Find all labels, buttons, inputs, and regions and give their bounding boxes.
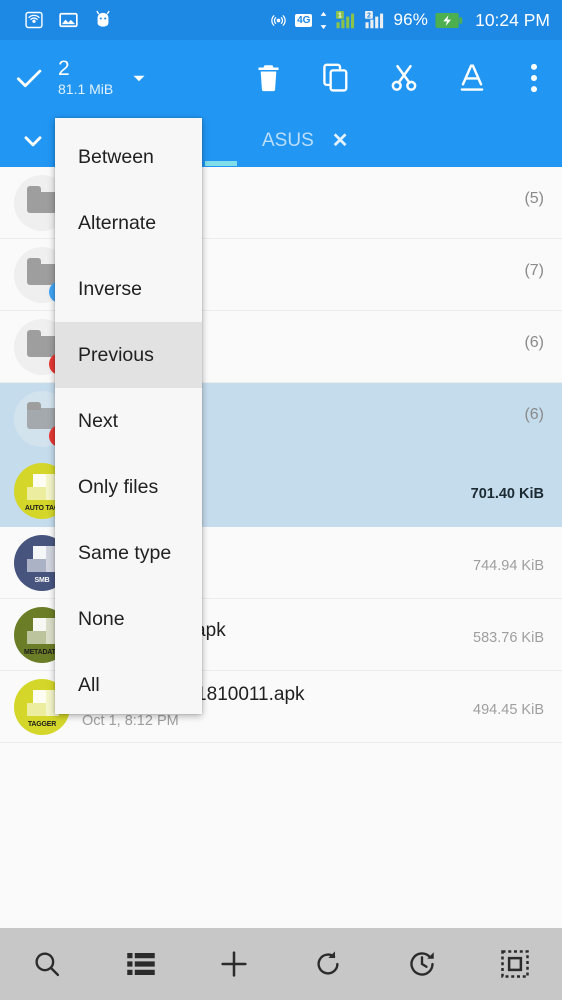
battery-charging-icon	[435, 12, 463, 29]
item-count: (6)	[524, 334, 544, 351]
search-button[interactable]	[0, 928, 94, 1000]
clock-label: 10:24 PM	[475, 9, 550, 30]
menu-item-only-files[interactable]: Only files	[55, 454, 202, 520]
menu-item-inverse[interactable]: Inverse	[55, 256, 202, 322]
selected-count-label: 2	[58, 57, 70, 80]
selection-action-bar: 2 81.1 MiB	[0, 40, 562, 115]
overflow-button[interactable]	[506, 40, 562, 115]
item-count: (5)	[524, 190, 544, 207]
battery-percent-label: 96%	[393, 10, 429, 29]
signal-sim2-icon: 2	[364, 10, 386, 30]
svg-text:2: 2	[368, 12, 372, 19]
item-count: (6)	[524, 406, 544, 423]
select-all-button[interactable]	[468, 928, 562, 1000]
selected-size-label: 81.1 MiB	[58, 81, 114, 97]
history-button[interactable]	[375, 928, 469, 1000]
tab-label-asus: ASUS	[262, 130, 314, 151]
menu-item-same-type[interactable]: Same type	[55, 520, 202, 586]
network-4g-icon: 4G	[295, 13, 313, 27]
item-count: (7)	[524, 262, 544, 279]
menu-item-none[interactable]: None	[55, 586, 202, 652]
copy-button[interactable]	[302, 40, 370, 115]
bottom-toolbar	[0, 928, 562, 1000]
tab-dropdown-button[interactable]	[20, 115, 46, 167]
file-manager-screen: 4G 1 2 96% 10:24 PM 2 81.1 MiB ASUS ✕ (5…	[0, 0, 562, 1000]
add-button[interactable]	[187, 928, 281, 1000]
cast-icon	[24, 10, 44, 30]
confirm-selection-button[interactable]	[0, 62, 58, 94]
menu-item-all[interactable]: All	[55, 652, 202, 718]
menu-item-next[interactable]: Next	[55, 388, 202, 454]
file-size: 583.76 KiB	[473, 630, 544, 646]
selection-menu-caret[interactable]	[116, 67, 162, 89]
apk-tag-label: TAGGER	[27, 720, 57, 728]
svg-text:1: 1	[339, 12, 343, 19]
cut-button[interactable]	[370, 40, 438, 115]
delete-button[interactable]	[234, 40, 302, 115]
menu-item-between[interactable]: Between	[55, 124, 202, 190]
signal-sim1-icon: 1	[335, 10, 357, 30]
file-size: 744.94 KiB	[473, 558, 544, 574]
android-robot-icon	[93, 10, 113, 30]
menu-item-previous[interactable]: Previous	[55, 322, 202, 388]
status-bar: 4G 1 2 96% 10:24 PM	[0, 0, 562, 40]
active-tab-indicator	[205, 161, 237, 166]
data-arrows-icon	[319, 11, 328, 30]
menu-item-alternate[interactable]: Alternate	[55, 190, 202, 256]
close-icon[interactable]: ✕	[332, 131, 349, 151]
view-mode-button[interactable]	[94, 928, 188, 1000]
hotspot-icon	[269, 11, 288, 30]
selection-summary[interactable]: 2 81.1 MiB	[58, 57, 116, 98]
file-size: 701.40 KiB	[470, 486, 544, 502]
rename-button[interactable]	[438, 40, 506, 115]
refresh-button[interactable]	[281, 928, 375, 1000]
file-size: 494.45 KiB	[473, 702, 544, 718]
image-icon	[58, 10, 79, 30]
tab-item-asus[interactable]: ASUS ✕	[262, 115, 349, 167]
selection-mode-menu[interactable]: Between Alternate Inverse Previous Next …	[55, 118, 202, 714]
